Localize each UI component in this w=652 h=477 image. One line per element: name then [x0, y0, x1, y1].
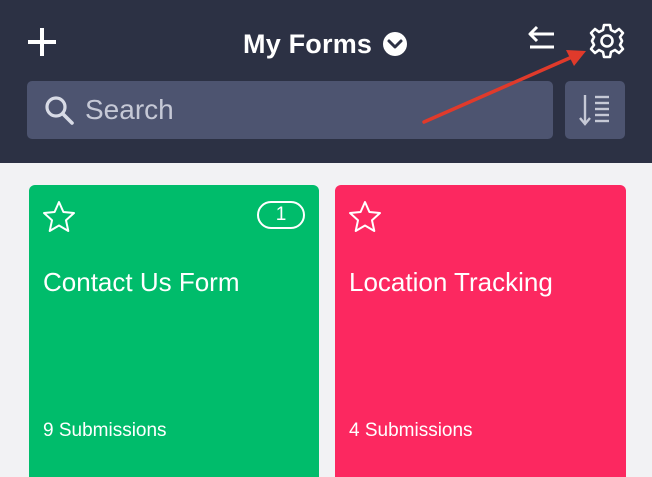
add-form-button[interactable] — [22, 22, 62, 62]
gear-icon — [589, 23, 625, 59]
page-title: My Forms — [243, 28, 373, 59]
form-card-location-tracking[interactable]: Location Tracking 4 Submissions — [335, 185, 626, 477]
star-outline-icon[interactable] — [347, 199, 383, 235]
sort-list-icon — [579, 95, 609, 126]
search-bar[interactable] — [27, 81, 553, 139]
swap-arrows-icon — [528, 25, 554, 49]
card-submissions: 4 Submissions — [349, 420, 473, 441]
card-title: Contact Us Form — [43, 267, 240, 297]
top-bar: My Forms — [0, 0, 652, 163]
search-input[interactable] — [85, 94, 525, 126]
card-submissions: 9 Submissions — [43, 420, 167, 441]
card-title: Location Tracking — [349, 267, 553, 297]
sort-button[interactable] — [565, 81, 625, 139]
notification-badge: 1 — [257, 201, 305, 229]
search-icon — [45, 96, 74, 125]
chevron-down-circle-icon — [383, 32, 408, 56]
swap-button[interactable] — [522, 22, 562, 58]
plus-icon — [28, 28, 56, 56]
forms-title-dropdown[interactable]: My Forms — [243, 24, 408, 64]
form-card-contact-us[interactable]: 1 Contact Us Form 9 Submissions — [29, 185, 319, 477]
star-outline-icon[interactable] — [41, 199, 77, 235]
settings-button[interactable] — [584, 18, 630, 64]
